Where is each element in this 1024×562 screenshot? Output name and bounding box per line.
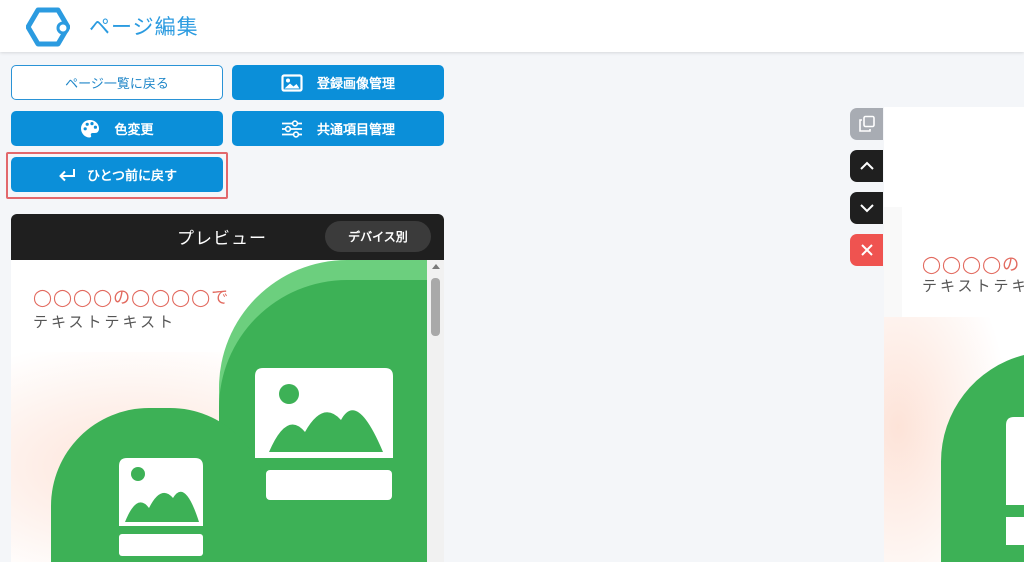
editor-heading-text: ◯◯◯◯の: [922, 255, 1021, 275]
preview-viewport[interactable]: ◯◯◯◯の◯◯◯◯で テキストテキスト: [11, 260, 427, 562]
back-to-list-button[interactable]: ページ一覧に戻る: [11, 65, 223, 100]
sliders-icon: [281, 119, 302, 138]
app-header: ページ編集: [0, 0, 1024, 52]
palette-icon: [81, 119, 100, 137]
copy-icon: [858, 115, 875, 132]
page-title: ページ編集: [89, 15, 199, 39]
delete-block-button[interactable]: [850, 234, 883, 266]
common-items-label: 共通項目管理: [316, 123, 395, 138]
app-logo-icon: [26, 7, 70, 47]
undo-button[interactable]: ひとつ前に戻す: [11, 157, 223, 192]
chevron-down-icon: [859, 204, 874, 213]
chevron-up-icon: [859, 161, 874, 170]
close-icon: [860, 244, 873, 256]
editor-artwork: [884, 107, 1024, 562]
editor-sub-text: テキストテキ: [922, 277, 1024, 295]
move-down-button[interactable]: [850, 192, 883, 224]
preview-scrollbar[interactable]: [427, 260, 444, 562]
preview-heading-text: ◯◯◯◯の◯◯◯◯で: [33, 288, 230, 308]
image-icon: [281, 73, 303, 92]
copy-block-button[interactable]: [850, 108, 883, 140]
device-switch-button[interactable]: デバイス別: [325, 221, 431, 252]
image-management-button[interactable]: 登録画像管理: [232, 65, 444, 100]
common-items-button[interactable]: 共通項目管理: [232, 111, 444, 146]
return-arrow-icon: [59, 168, 75, 181]
back-to-list-label: ページ一覧に戻る: [65, 77, 169, 92]
editor-canvas[interactable]: ◯◯◯◯の テキストテキ: [884, 107, 1024, 562]
image-management-label: 登録画像管理: [316, 77, 395, 92]
color-change-button[interactable]: 色変更: [11, 111, 223, 146]
move-up-button[interactable]: [850, 150, 883, 182]
preview-sub-text: テキストテキスト: [33, 313, 177, 331]
scrollbar-thumb[interactable]: [431, 278, 440, 336]
color-change-label: 色変更: [114, 123, 154, 138]
scroll-up-arrow-icon[interactable]: [432, 264, 440, 269]
undo-label: ひとつ前に戻す: [86, 169, 178, 184]
preview-panel: プレビュー デバイス別 ◯◯◯◯の◯◯◯◯で テキストテキスト: [11, 214, 444, 562]
preview-title: プレビュー: [177, 229, 267, 249]
